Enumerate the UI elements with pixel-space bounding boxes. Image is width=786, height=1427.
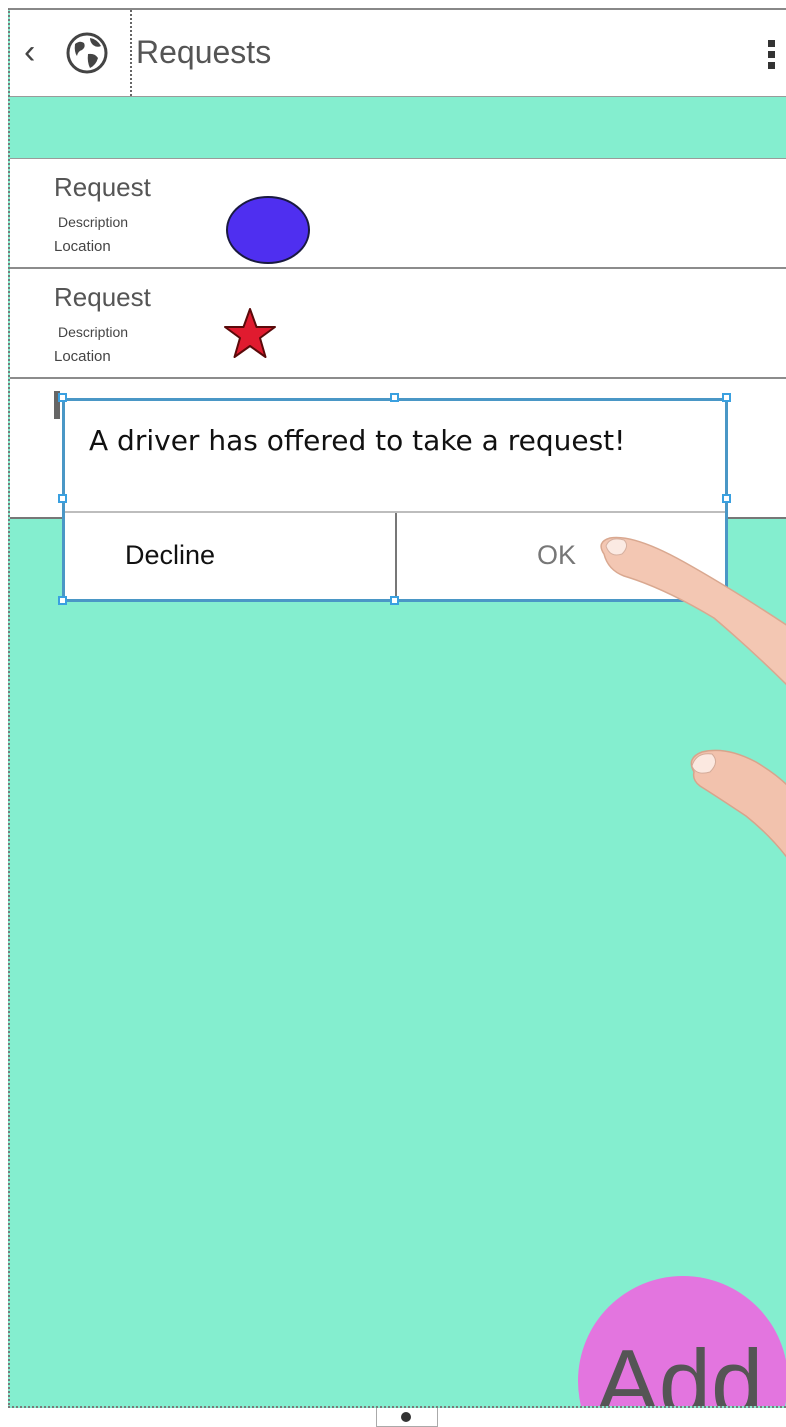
pointing-finger-icon: [600, 536, 786, 686]
request-location: Location: [54, 238, 111, 255]
request-title: Request: [54, 172, 151, 202]
back-chevron-icon[interactable]: ‹: [24, 32, 35, 72]
dialog-message: A driver has offered to take a request!: [89, 424, 626, 457]
page-title: Requests: [136, 34, 272, 70]
blue-circle-icon: [226, 196, 310, 264]
home-dot-icon: [401, 1412, 411, 1422]
device-home-tab: [376, 1408, 438, 1427]
selection-handle: [58, 596, 67, 605]
add-fab-button[interactable]: Add: [578, 1276, 786, 1408]
thumb-icon: [690, 749, 786, 858]
app-bar: ‹ Requests: [10, 10, 786, 97]
selection-handle: [722, 393, 731, 402]
request-title: Request: [54, 282, 151, 312]
phone-screen: ‹ Requests Request Description Location …: [8, 8, 786, 1408]
red-star-icon: [224, 308, 276, 358]
decline-button[interactable]: Decline: [65, 513, 395, 597]
add-fab-label: Add: [596, 1330, 764, 1408]
list-item[interactable]: Request Description Location: [10, 269, 786, 379]
header-divider: [130, 10, 132, 96]
selection-handle: [58, 393, 67, 402]
request-description: Description: [58, 214, 129, 230]
selection-handle: [58, 494, 67, 503]
list-item[interactable]: Request Description Location: [10, 159, 786, 269]
selection-handle: [390, 393, 399, 402]
globe-icon: [66, 32, 108, 74]
selection-handle: [390, 596, 399, 605]
selection-handle: [722, 494, 731, 503]
kebab-menu-icon[interactable]: [768, 40, 776, 72]
request-location: Location: [54, 348, 111, 365]
request-description: Description: [58, 324, 129, 340]
